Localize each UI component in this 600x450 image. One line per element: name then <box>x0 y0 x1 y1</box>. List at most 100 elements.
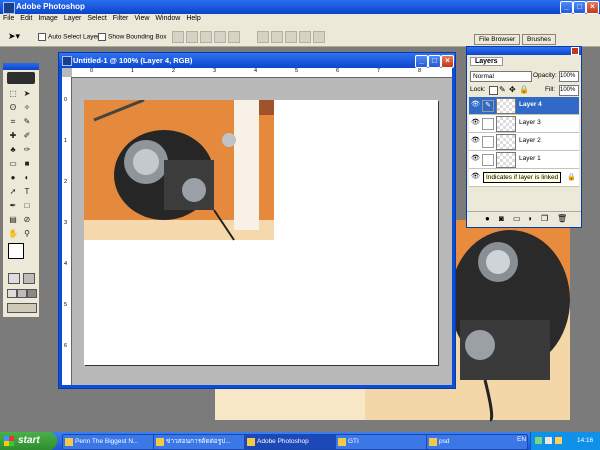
lock-brush-icon[interactable]: ✎ <box>499 85 506 94</box>
menu-layer[interactable]: Layer <box>61 14 85 23</box>
quickmask-mode-icon[interactable] <box>23 273 35 284</box>
history-brush-icon[interactable]: ✑ <box>22 145 32 155</box>
language-indicator[interactable]: EN <box>517 436 526 443</box>
close-button[interactable]: × <box>586 1 599 14</box>
tray-icon[interactable] <box>535 437 542 444</box>
lock-transparency-icon[interactable] <box>489 86 498 95</box>
distribute-left-icon[interactable] <box>299 31 311 43</box>
move-tool-icon[interactable]: ➤ <box>22 89 32 99</box>
lock-move-icon[interactable]: ✥ <box>509 85 516 94</box>
menu-help[interactable]: Help <box>183 14 203 23</box>
lasso-tool-icon[interactable]: ʘ <box>8 103 18 113</box>
standard-mode-icon[interactable] <box>8 273 20 284</box>
document-canvas[interactable] <box>84 98 438 365</box>
taskbar-item[interactable]: GTI <box>335 434 437 450</box>
zoom-tool-icon[interactable]: ⚲ <box>22 229 32 239</box>
align-bottom-icon[interactable] <box>200 31 212 43</box>
maximize-button[interactable]: □ <box>573 1 586 14</box>
visibility-eye-icon[interactable]: 👁 <box>471 119 480 127</box>
screen-mode-full-icon[interactable] <box>27 289 37 298</box>
foreground-color-swatch[interactable] <box>8 243 24 259</box>
menu-select[interactable]: Select <box>84 14 109 23</box>
start-button[interactable]: start <box>0 432 57 450</box>
opacity-field[interactable]: 100% <box>559 71 579 82</box>
shape-tool-icon[interactable]: □ <box>22 201 32 211</box>
eyedropper-icon[interactable]: ⊘ <box>22 215 32 225</box>
doc-close-button[interactable]: × <box>441 55 454 68</box>
tray-icon[interactable] <box>545 437 552 444</box>
align-vcenter-icon[interactable] <box>186 31 198 43</box>
blend-mode-select[interactable]: Normal <box>470 71 532 82</box>
brush-tool-icon[interactable]: ✐ <box>22 131 32 141</box>
auto-select-layer-option[interactable]: Auto Select Layer <box>38 33 99 41</box>
palette-close-icon[interactable] <box>571 47 579 55</box>
tray-icon[interactable] <box>555 437 562 444</box>
adjustment-layer-icon[interactable]: ◑ <box>527 214 532 223</box>
marquee-tool-icon[interactable]: ⬚ <box>8 89 18 99</box>
type-tool-icon[interactable]: T <box>22 187 32 197</box>
eraser-tool-icon[interactable]: ▭ <box>8 159 18 169</box>
screen-mode-standard-icon[interactable] <box>7 289 17 298</box>
tab-brushes[interactable]: Brushes <box>522 34 556 45</box>
delete-layer-icon[interactable]: 🗑 <box>557 214 567 223</box>
layer-row-4[interactable]: 👁 ✎ Layer 4 <box>469 97 579 115</box>
new-layer-icon[interactable]: ❐ <box>541 214 548 223</box>
layer-brush-icon[interactable]: ✎ <box>482 100 494 112</box>
taskbar-item[interactable]: psd <box>426 434 528 450</box>
taskbar-item[interactable]: Penn The Biggest N... <box>62 434 164 450</box>
new-set-icon[interactable]: ▭ <box>513 214 521 223</box>
jump-to-imageready-icon[interactable] <box>7 303 37 313</box>
dodge-tool-icon[interactable]: ◐ <box>22 173 32 183</box>
hand-tool-icon[interactable]: ✋ <box>8 229 18 239</box>
layer-style-icon[interactable]: ● <box>485 214 490 223</box>
notes-tool-icon[interactable]: ▤ <box>8 215 18 225</box>
layer-row-1[interactable]: 👁 Layer 1 <box>469 151 579 169</box>
magic-wand-icon[interactable]: ✧ <box>22 103 32 113</box>
align-top-icon[interactable] <box>172 31 184 43</box>
crop-tool-icon[interactable]: ⌗ <box>8 117 18 127</box>
menu-window[interactable]: Window <box>152 14 183 23</box>
fill-field[interactable]: 100% <box>559 85 579 96</box>
screen-mode-full-menu-icon[interactable] <box>17 289 27 298</box>
clone-stamp-icon[interactable]: ♣ <box>8 145 18 155</box>
tab-file-browser[interactable]: File Browser <box>474 34 521 45</box>
taskbar-item[interactable]: ข่าวสอนการตัดต่อรูป... <box>153 434 255 450</box>
distribute-vcenter-icon[interactable] <box>271 31 283 43</box>
tab-layers[interactable]: Layers <box>470 57 503 66</box>
visibility-eye-icon[interactable]: 👁 <box>471 101 480 109</box>
layer-link-box[interactable] <box>482 118 494 130</box>
slice-tool-icon[interactable]: ✎ <box>22 117 32 127</box>
lock-all-icon[interactable]: 🔒 <box>519 85 529 94</box>
move-tool-icon[interactable]: ➤▾ <box>8 31 20 42</box>
auto-select-checkbox[interactable] <box>38 33 46 41</box>
doc-minimize-button[interactable]: _ <box>415 55 428 68</box>
adobe-online-icon[interactable] <box>7 72 35 84</box>
add-mask-icon[interactable]: ◙ <box>499 214 504 223</box>
distribute-bottom-icon[interactable] <box>285 31 297 43</box>
healing-brush-icon[interactable]: ✚ <box>8 131 18 141</box>
pen-tool-icon[interactable]: ✒ <box>8 201 18 211</box>
layer-row-3[interactable]: 👁 Layer 3 <box>469 115 579 133</box>
menu-image[interactable]: Image <box>35 14 60 23</box>
minimize-button[interactable]: _ <box>560 1 573 14</box>
layer-row-2[interactable]: 👁 Layer 2 <box>469 133 579 151</box>
layer-link-box[interactable] <box>482 154 494 166</box>
distribute-top-icon[interactable] <box>257 31 269 43</box>
visibility-eye-icon[interactable]: 👁 <box>471 137 480 145</box>
align-hcenter-icon[interactable] <box>228 31 240 43</box>
horizontal-ruler[interactable]: 0 1 2 3 4 5 6 7 8 <box>72 68 452 78</box>
gradient-tool-icon[interactable]: ■ <box>22 159 32 169</box>
menu-file[interactable]: File <box>0 14 17 23</box>
visibility-eye-icon[interactable]: 👁 <box>471 155 480 163</box>
menu-view[interactable]: View <box>131 14 152 23</box>
align-left-icon[interactable] <box>214 31 226 43</box>
vertical-ruler[interactable]: 0 1 2 3 4 5 6 <box>62 77 72 385</box>
layer-link-box[interactable] <box>482 136 494 148</box>
doc-maximize-button[interactable]: □ <box>428 55 441 68</box>
blur-tool-icon[interactable]: ● <box>8 173 18 183</box>
show-bounding-box-option[interactable]: Show Bounding Box <box>98 33 167 41</box>
clock[interactable]: 14:16 <box>577 437 593 444</box>
path-select-icon[interactable]: ➚ <box>8 187 18 197</box>
distribute-right-icon[interactable] <box>313 31 325 43</box>
menu-filter[interactable]: Filter <box>110 14 132 23</box>
